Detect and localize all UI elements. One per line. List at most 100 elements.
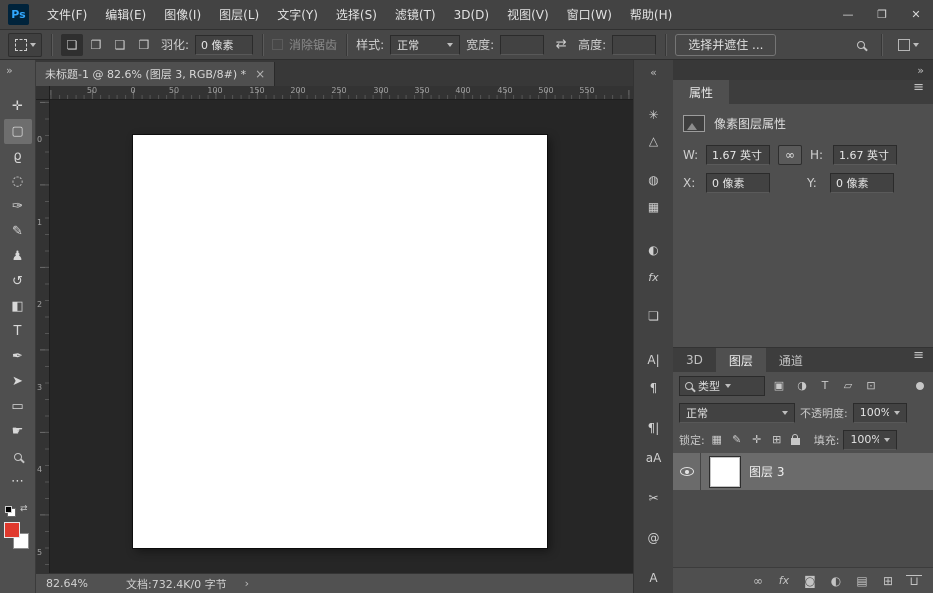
color-panel-icon[interactable]: ◍: [634, 170, 673, 190]
layer-x-field[interactable]: [706, 173, 770, 193]
edit-toolbar-button[interactable]: ⋯: [4, 469, 32, 494]
character-styles-panel-icon[interactable]: aA: [634, 448, 673, 468]
lock-artboard-icon[interactable]: ⊞: [769, 432, 785, 448]
new-layer-icon[interactable]: ⊞: [881, 574, 895, 588]
brushes-panel-icon[interactable]: △: [634, 131, 673, 151]
new-selection-button[interactable]: ❏: [61, 34, 83, 56]
menu-file[interactable]: 文件(F): [38, 0, 96, 30]
default-colors-icon[interactable]: [5, 506, 12, 513]
status-chevron-icon[interactable]: ›: [245, 577, 249, 590]
tab-layers[interactable]: 图层: [716, 348, 766, 372]
lock-position-icon[interactable]: ✛: [749, 432, 765, 448]
layer-row-selected[interactable]: 图层 3: [673, 453, 933, 490]
history-brush-tool[interactable]: ↺: [4, 269, 32, 294]
search-icon[interactable]: [850, 34, 872, 56]
brush-settings-panel-icon[interactable]: ✳: [634, 105, 673, 125]
type-tool[interactable]: T: [4, 319, 32, 344]
canvas-viewport[interactable]: [50, 100, 633, 573]
menu-view[interactable]: 视图(V): [498, 0, 558, 30]
blend-mode-select[interactable]: 正常: [679, 403, 795, 423]
layer-style-icon[interactable]: fx: [777, 574, 791, 587]
quick-selection-tool[interactable]: ◌: [4, 169, 32, 194]
tab-properties[interactable]: 属性: [673, 80, 729, 104]
layers-panel-icon[interactable]: ❏: [634, 306, 673, 326]
delete-layer-icon[interactable]: ⊔: [907, 574, 921, 588]
eyedropper-tool[interactable]: ✑: [4, 194, 32, 219]
zoom-level-field[interactable]: 82.64%: [36, 577, 116, 590]
menu-edit[interactable]: 编辑(E): [96, 0, 155, 30]
menu-filter[interactable]: 滤镜(T): [386, 0, 445, 30]
gradients-panel-icon[interactable]: ◐: [634, 240, 673, 260]
zoom-tool[interactable]: [4, 444, 32, 469]
panel-menu-icon[interactable]: ≡: [904, 348, 933, 372]
close-document-icon[interactable]: ×: [255, 67, 265, 81]
hand-tool[interactable]: ☛: [4, 419, 32, 444]
lasso-tool[interactable]: ϱ: [4, 144, 32, 169]
lock-image-pixels-icon[interactable]: ✎: [729, 432, 745, 448]
document-tab[interactable]: 未标题-1 @ 82.6% (图层 3, RGB/8#) * ×: [36, 62, 275, 86]
paragraph-styles-panel-icon[interactable]: ¶|: [634, 418, 673, 438]
rectangular-marquee-tool[interactable]: ▢: [4, 119, 32, 144]
layer-thumbnail[interactable]: [710, 457, 740, 487]
close-button[interactable]: ✕: [899, 0, 933, 30]
menu-help[interactable]: 帮助(H): [621, 0, 681, 30]
menu-window[interactable]: 窗口(W): [558, 0, 621, 30]
brush-tool[interactable]: ✎: [4, 219, 32, 244]
filter-adjustment-layers-icon[interactable]: ◑: [793, 377, 811, 395]
glyphs-panel-icon[interactable]: A: [634, 568, 673, 588]
filter-smart-objects-icon[interactable]: ⊡: [862, 377, 880, 395]
path-selection-tool[interactable]: ➤: [4, 369, 32, 394]
menu-type[interactable]: 文字(Y): [268, 0, 327, 30]
filter-type-select[interactable]: 类型: [679, 376, 765, 396]
select-and-mask-button[interactable]: 选择并遮住 ...: [675, 34, 776, 56]
menu-3d[interactable]: 3D(D): [445, 0, 498, 30]
rectangle-tool[interactable]: ▭: [4, 394, 32, 419]
move-tool[interactable]: ✛: [4, 94, 32, 119]
workspace-switcher-button[interactable]: [891, 33, 925, 57]
paragraph-panel-icon[interactable]: ¶: [634, 378, 673, 398]
link-layers-icon[interactable]: ∞: [751, 574, 765, 588]
filter-type-layers-icon[interactable]: T: [816, 377, 834, 395]
new-adjustment-layer-icon[interactable]: ◐: [829, 574, 843, 588]
filter-pixel-layers-icon[interactable]: ▣: [770, 377, 788, 395]
swap-colors-icon[interactable]: ⇄: [20, 504, 28, 514]
width-input[interactable]: [500, 35, 544, 55]
expand-tools-icon[interactable]: »: [0, 64, 35, 77]
tab-3d[interactable]: 3D: [673, 348, 716, 372]
layer-width-field[interactable]: [706, 145, 770, 165]
expand-dock-icon[interactable]: »: [917, 64, 924, 77]
annotations-panel-icon[interactable]: @: [634, 528, 673, 548]
tool-preset-button[interactable]: [8, 33, 42, 57]
menu-image[interactable]: 图像(I): [155, 0, 210, 30]
feather-input[interactable]: [195, 35, 253, 55]
link-dimensions-icon[interactable]: ∞: [778, 145, 802, 165]
lock-all-icon[interactable]: [791, 438, 800, 445]
maximize-button[interactable]: ❐: [865, 0, 899, 30]
gradient-tool[interactable]: ◧: [4, 294, 32, 319]
layer-name[interactable]: 图层 3: [749, 463, 784, 480]
swatches-panel-icon[interactable]: ▦: [634, 197, 673, 217]
pen-tool[interactable]: ✒: [4, 344, 32, 369]
filter-toggle-icon[interactable]: [916, 382, 924, 390]
subtract-from-selection-button[interactable]: ❑: [109, 34, 131, 56]
layer-height-field[interactable]: [833, 145, 897, 165]
add-to-selection-button[interactable]: ❐: [85, 34, 107, 56]
add-layer-mask-icon[interactable]: ◙: [803, 574, 817, 588]
collapse-panels-icon[interactable]: «: [634, 66, 673, 79]
intersect-selection-button[interactable]: ❒: [133, 34, 155, 56]
new-group-icon[interactable]: ▤: [855, 574, 869, 588]
style-select[interactable]: 正常: [390, 35, 460, 55]
layer-y-field[interactable]: [830, 173, 894, 193]
filter-shape-layers-icon[interactable]: ▱: [839, 377, 857, 395]
lock-transparent-pixels-icon[interactable]: ▦: [709, 432, 725, 448]
menu-layer[interactable]: 图层(L): [210, 0, 268, 30]
swap-dimensions-icon[interactable]: ⇄: [550, 34, 572, 56]
menu-select[interactable]: 选择(S): [327, 0, 386, 30]
height-input[interactable]: [612, 35, 656, 55]
antialias-checkbox[interactable]: [272, 39, 283, 50]
character-panel-icon[interactable]: A|: [634, 350, 673, 370]
opacity-select[interactable]: 100%: [853, 403, 907, 423]
styles-panel-icon[interactable]: fx: [634, 268, 673, 288]
fill-select[interactable]: 100%: [843, 430, 897, 450]
canvas[interactable]: [133, 135, 547, 548]
